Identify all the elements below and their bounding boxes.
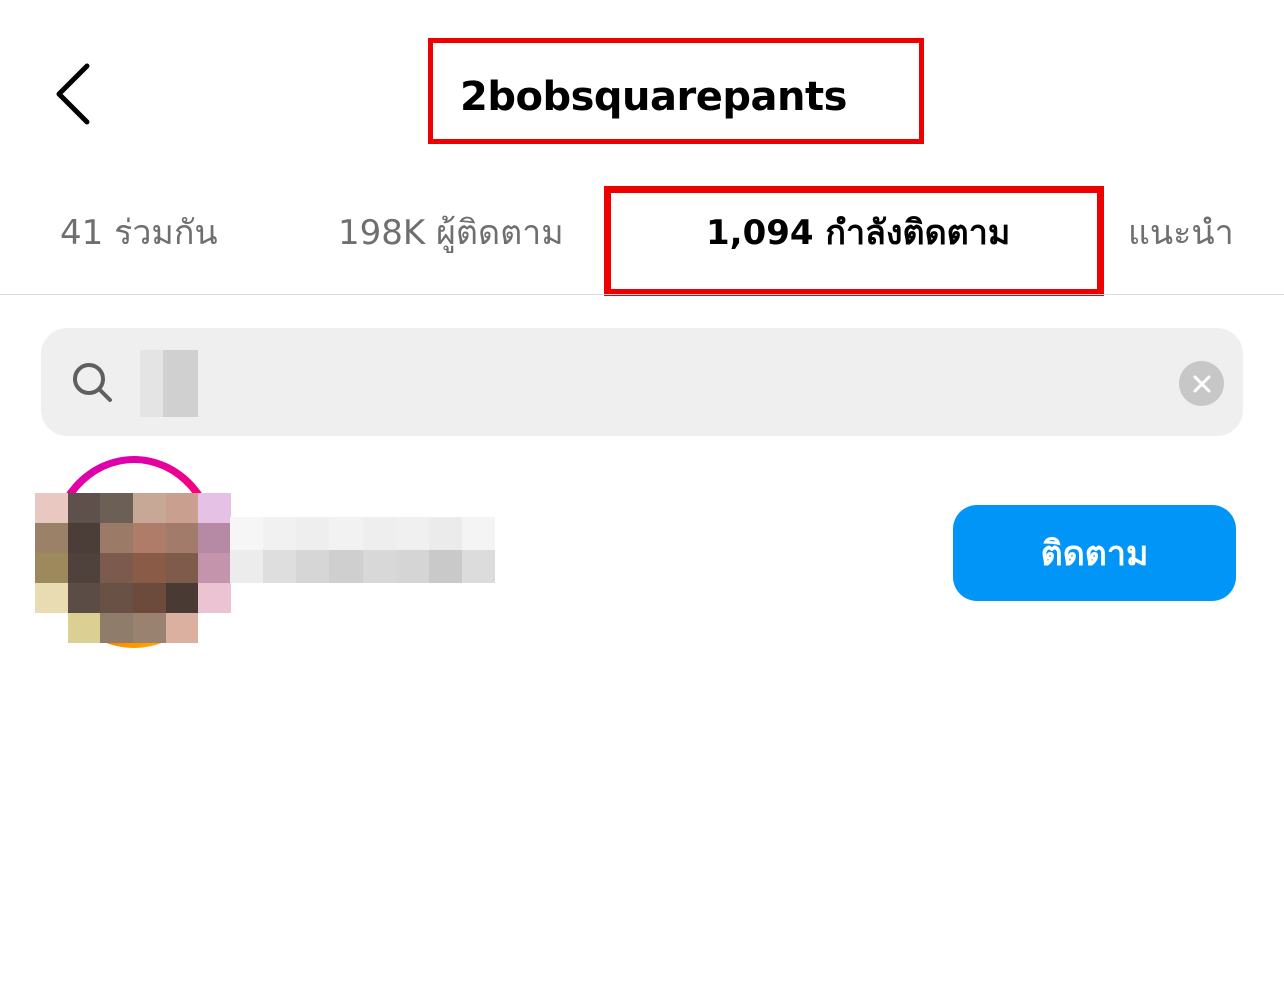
search-input[interactable] <box>210 350 1150 417</box>
avatar[interactable] <box>35 493 231 643</box>
tabs-divider <box>0 294 1284 295</box>
tab-suggested[interactable]: แนะนำ <box>1128 205 1234 259</box>
username-redacted <box>230 517 495 583</box>
page-title: 2bobsquarepants <box>460 74 847 120</box>
back-button[interactable] <box>40 56 110 132</box>
follow-button[interactable]: ติดตาม <box>953 505 1236 601</box>
clear-search-button[interactable] <box>1179 361 1224 406</box>
tab-highlight-box <box>604 186 1104 296</box>
close-icon <box>1193 375 1210 392</box>
tab-mutual[interactable]: 41 ร่วมกัน <box>60 205 218 259</box>
tab-followers[interactable]: 198K ผู้ติดตาม <box>338 205 564 259</box>
chevron-left-icon <box>56 63 90 125</box>
search-query-redacted <box>140 350 198 417</box>
search-icon <box>73 363 112 402</box>
